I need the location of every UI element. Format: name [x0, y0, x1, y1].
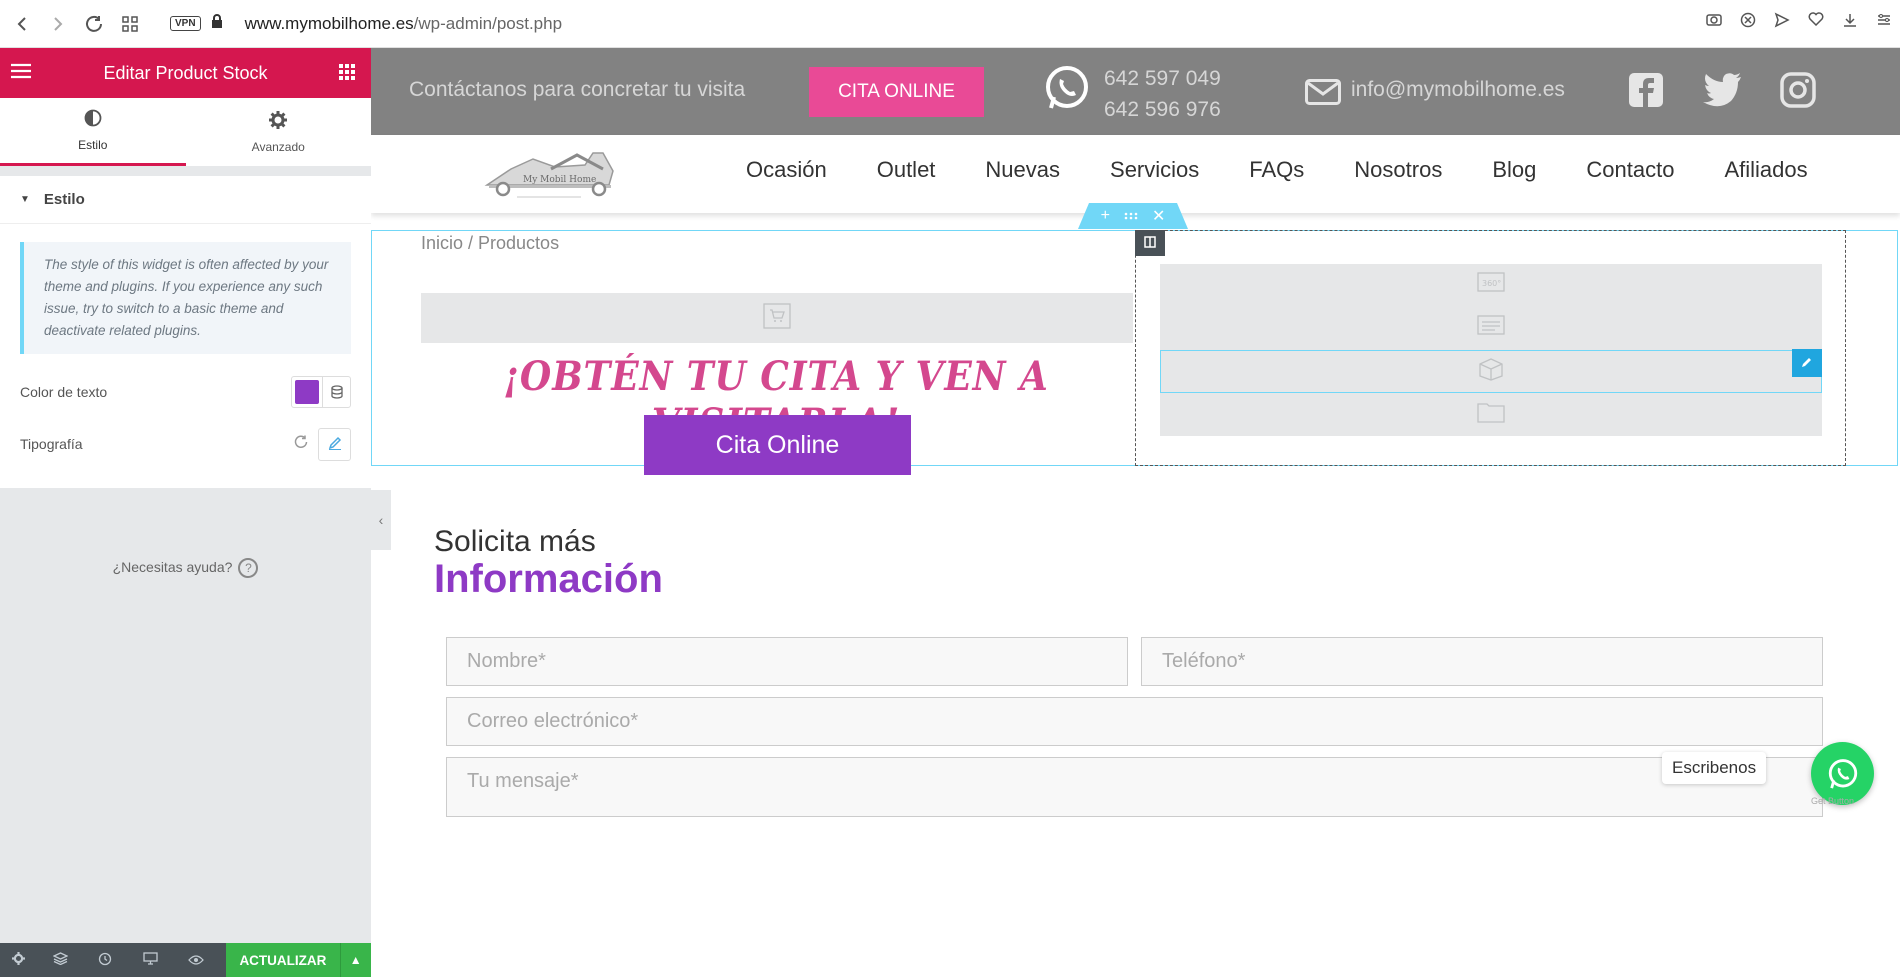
- download-icon[interactable]: [1840, 12, 1860, 33]
- add-section-icon[interactable]: +: [1101, 207, 1110, 225]
- nav-item-outlet[interactable]: Outlet: [877, 157, 936, 183]
- twitter-icon[interactable]: [1703, 72, 1743, 108]
- widget-notice: The style of this widget is often affect…: [20, 242, 351, 354]
- whatsapp-icon: [1828, 758, 1857, 789]
- mensaje-field[interactable]: Tu mensaje*: [446, 757, 1823, 817]
- cita-online-button[interactable]: Cita Online: [644, 415, 911, 475]
- browser-toolbar: VPN www.mymobilhome.es/wp-admin/post.php: [0, 0, 1900, 48]
- panel-title: Editar Product Stock: [103, 62, 268, 83]
- elementor-panel: Editar Product Stock Estilo Avanzado ▼ E…: [0, 48, 371, 977]
- menu-icon[interactable]: [11, 63, 31, 84]
- vpn-badge[interactable]: VPN: [170, 16, 201, 31]
- tabs-grid-icon[interactable]: [116, 10, 144, 38]
- nav-item-nosotros[interactable]: Nosotros: [1354, 157, 1442, 183]
- camera-icon[interactable]: [1704, 12, 1724, 33]
- help-link[interactable]: ¿Necesitas ayuda??: [0, 558, 371, 578]
- settings-icon[interactable]: [0, 952, 37, 968]
- reload-icon[interactable]: [80, 10, 108, 38]
- whatsapp-icon[interactable]: [1043, 64, 1091, 112]
- forward-icon[interactable]: [44, 10, 72, 38]
- typography-control: Tipografía: [20, 418, 351, 470]
- site-navbar: My Mobil Home Ocasión Outlet Nuevas Serv…: [371, 135, 1900, 213]
- caret-down-icon: ▼: [20, 194, 30, 205]
- style-controls: The style of this widget is often affect…: [0, 224, 371, 488]
- nav-item-faqs[interactable]: FAQs: [1249, 157, 1304, 183]
- correo-field[interactable]: Correo electrónico*: [446, 697, 1823, 746]
- settings-sliders-icon[interactable]: [1874, 12, 1894, 33]
- widget-edit-button[interactable]: [1792, 349, 1822, 377]
- heart-icon[interactable]: [1806, 12, 1826, 33]
- typography-label: Tipografía: [20, 436, 83, 452]
- text-color-label: Color de texto: [20, 384, 108, 400]
- page-preview: Contáctanos para concretar tu visita CIT…: [371, 48, 1900, 977]
- back-icon[interactable]: [8, 10, 36, 38]
- preview-eye-icon[interactable]: [173, 953, 218, 968]
- address-bar[interactable]: www.mymobilhome.es/wp-admin/post.php: [245, 14, 562, 34]
- panel-footer: ACTUALIZAR ▲: [0, 943, 371, 977]
- typography-edit-button[interactable]: [318, 427, 351, 461]
- text-color-control: Color de texto: [20, 366, 351, 418]
- url-path: /wp-admin/post.php: [413, 13, 563, 33]
- url-host: www.mymobilhome.es: [244, 13, 414, 33]
- instagram-icon[interactable]: [1780, 72, 1816, 108]
- widgets-grid-icon[interactable]: [339, 64, 355, 85]
- section-estilo-toggle[interactable]: ▼ Estilo: [0, 176, 371, 224]
- phone-2[interactable]: 642 596 976: [1104, 94, 1221, 125]
- section-handle[interactable]: + ✕: [1078, 203, 1188, 229]
- tab-estilo[interactable]: Estilo: [0, 98, 186, 166]
- nav-item-ocasion[interactable]: Ocasión: [746, 157, 827, 183]
- question-icon: ?: [238, 558, 259, 578]
- nav-item-servicios[interactable]: Servicios: [1110, 157, 1199, 183]
- responsive-desktop-icon[interactable]: [128, 952, 173, 968]
- tab-avanzado[interactable]: Avanzado: [186, 98, 372, 166]
- half-circle-icon: [84, 109, 102, 132]
- global-colors-icon[interactable]: [322, 377, 350, 407]
- site-logo[interactable]: My Mobil Home: [481, 149, 619, 203]
- phone-numbers: 642 597 049 642 596 976: [1104, 63, 1221, 125]
- site-topbar: Contáctanos para concretar tu visita CIT…: [371, 48, 1900, 135]
- pencil-icon: [1801, 356, 1813, 371]
- nav-item-nuevas[interactable]: Nuevas: [985, 157, 1060, 183]
- nav-item-blog[interactable]: Blog: [1492, 157, 1536, 183]
- logo-text: My Mobil Home: [523, 175, 596, 185]
- envelope-icon: [1305, 79, 1341, 105]
- color-picker[interactable]: [291, 376, 351, 408]
- panel-tabs: Estilo Avanzado: [0, 98, 371, 166]
- gear-icon: [269, 110, 288, 134]
- facebook-icon[interactable]: [1628, 72, 1664, 108]
- email-link[interactable]: info@mymobilhome.es: [1351, 78, 1565, 102]
- update-button[interactable]: ACTUALIZAR: [226, 943, 340, 977]
- tab-estilo-label: Estilo: [78, 138, 108, 152]
- color-swatch[interactable]: [295, 380, 319, 404]
- phone-1[interactable]: 642 597 049: [1104, 63, 1221, 94]
- caret-up-icon: ▲: [349, 953, 362, 967]
- reset-icon[interactable]: [294, 435, 308, 454]
- block-icon[interactable]: [1738, 12, 1758, 33]
- pencil-icon: [328, 436, 342, 453]
- whatsapp-chat-button[interactable]: [1811, 742, 1874, 805]
- main-nav: Ocasión Outlet Nuevas Servicios FAQs Nos…: [746, 157, 1858, 183]
- tab-avanzado-label: Avanzado: [251, 139, 305, 154]
- send-icon[interactable]: [1772, 12, 1792, 33]
- history-icon[interactable]: [83, 952, 128, 969]
- nav-item-afiliados[interactable]: Afiliados: [1724, 157, 1807, 183]
- lock-icon[interactable]: [211, 13, 223, 34]
- contact-text: Contáctanos para concretar tu visita: [409, 78, 746, 101]
- update-options-button[interactable]: ▲: [339, 943, 371, 977]
- drag-handle-icon[interactable]: [1124, 207, 1138, 225]
- cita-online-top-button[interactable]: CITA ONLINE: [809, 67, 984, 117]
- delete-section-icon[interactable]: ✕: [1152, 206, 1165, 226]
- nav-item-contacto[interactable]: Contacto: [1586, 157, 1674, 183]
- nombre-field[interactable]: Nombre*: [446, 637, 1128, 686]
- panel-header: Editar Product Stock: [0, 48, 371, 98]
- telefono-field[interactable]: Teléfono*: [1141, 637, 1823, 686]
- navigator-layers-icon[interactable]: [37, 952, 82, 968]
- whatsapp-chat-label[interactable]: Escribenos: [1662, 752, 1767, 784]
- section-title: Estilo: [43, 191, 85, 208]
- help-text: ¿Necesitas ayuda?: [112, 559, 233, 575]
